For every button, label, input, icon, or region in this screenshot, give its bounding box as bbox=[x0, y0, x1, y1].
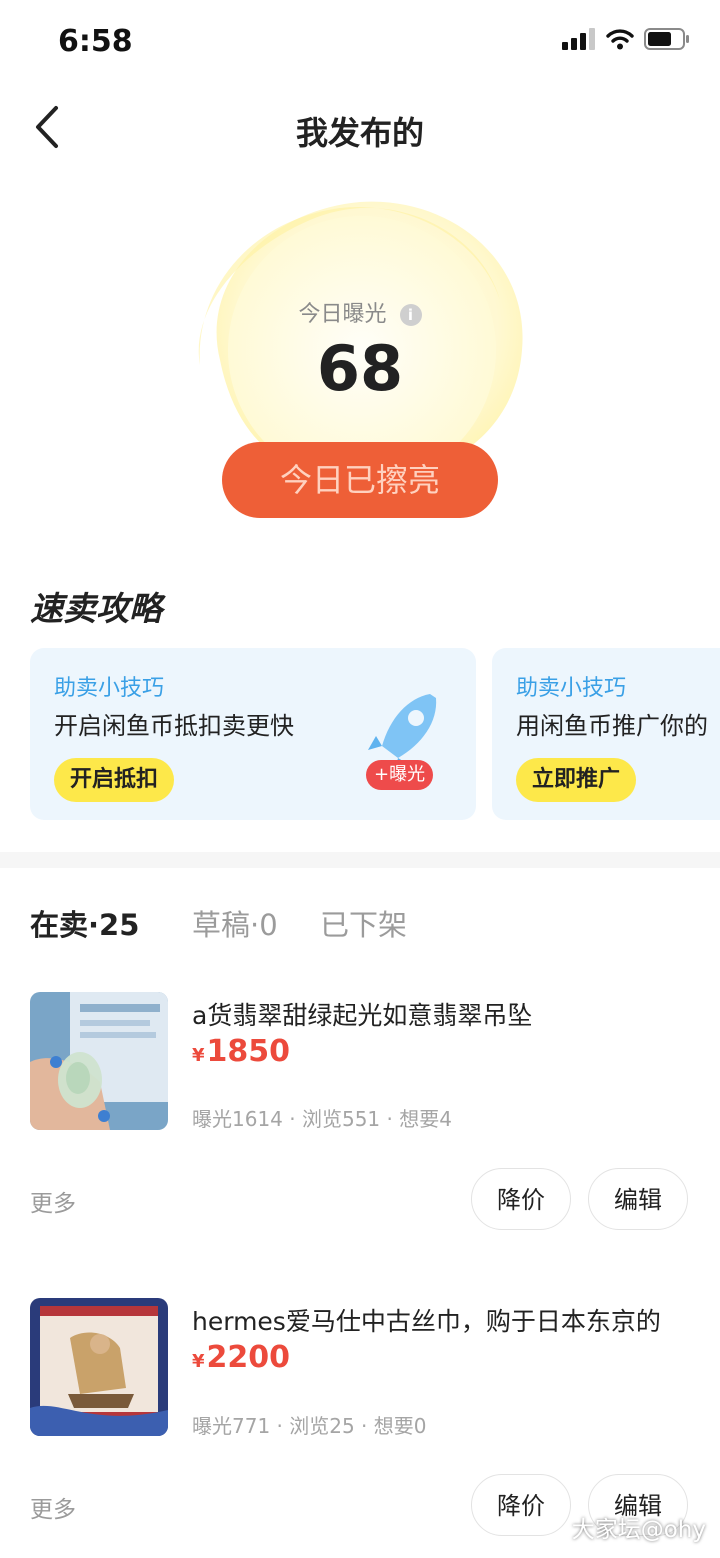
enable-deduction-button[interactable]: 开启抵扣 bbox=[54, 758, 175, 802]
battery-icon bbox=[644, 28, 689, 50]
status-icons bbox=[562, 28, 690, 50]
tip-card-coin-deduction[interactable]: 助卖小技巧 开启闲鱼币抵扣卖更快 开启抵扣 +曝光 bbox=[30, 648, 476, 820]
info-icon[interactable]: i bbox=[399, 304, 422, 326]
tab-drafts[interactable]: 草稿·0 bbox=[192, 902, 278, 944]
reduce-price-button[interactable]: 降价 bbox=[471, 1168, 571, 1230]
promote-now-button[interactable]: 立即推广 bbox=[516, 758, 637, 802]
item-title[interactable]: a货翡翠甜绿起光如意翡翠吊坠 bbox=[192, 996, 532, 1032]
currency-symbol: ¥ bbox=[192, 1351, 205, 1372]
item-price: ¥1850 bbox=[192, 1034, 290, 1069]
exposure-label: 今日曝光 bbox=[298, 302, 387, 327]
more-button[interactable]: 更多 bbox=[30, 1490, 76, 1524]
tip-tag: 助卖小技巧 bbox=[54, 676, 165, 701]
signal-icon bbox=[562, 28, 595, 50]
price-value: 1850 bbox=[206, 1034, 291, 1069]
status-time: 6:58 bbox=[58, 24, 133, 59]
tip-text: 开启闲鱼币抵扣卖更快 bbox=[54, 712, 294, 740]
exposure-value: 68 bbox=[316, 332, 404, 405]
tab-on-sale[interactable]: 在卖·25 bbox=[30, 902, 139, 944]
section-title-tips: 速卖攻略 bbox=[30, 589, 162, 628]
item-thumbnail[interactable] bbox=[30, 1298, 168, 1436]
tip-text: 用闲鱼币推广你的 bbox=[516, 712, 708, 740]
watermark: 大家坛@ohy bbox=[571, 1517, 706, 1543]
edit-button[interactable]: 编辑 bbox=[588, 1168, 688, 1230]
more-button[interactable]: 更多 bbox=[30, 1184, 76, 1218]
currency-symbol: ¥ bbox=[192, 1045, 205, 1066]
exposure-label-row: 今日曝光 i bbox=[0, 296, 720, 328]
wifi-icon bbox=[606, 29, 634, 50]
section-divider bbox=[0, 852, 720, 868]
tab-removed[interactable]: 已下架 bbox=[320, 902, 407, 944]
page-title: 我发布的 bbox=[295, 114, 424, 152]
polish-button[interactable]: 今日已擦亮 bbox=[222, 442, 498, 518]
item-stats: 曝光771 · 浏览25 · 想要0 bbox=[192, 1414, 427, 1438]
item-stats: 曝光1614 · 浏览551 · 想要4 bbox=[192, 1107, 452, 1131]
tip-card-promote[interactable]: 助卖小技巧 用闲鱼币推广你的 立即推广 bbox=[492, 648, 720, 820]
item-title[interactable]: hermes爱马仕中古丝巾，购于日本东京的 bbox=[192, 1302, 661, 1338]
reduce-price-button[interactable]: 降价 bbox=[471, 1474, 571, 1536]
item-thumbnail[interactable] bbox=[30, 992, 168, 1130]
item-price: ¥2200 bbox=[192, 1340, 290, 1375]
price-value: 2200 bbox=[206, 1340, 291, 1375]
tip-tag: 助卖小技巧 bbox=[516, 676, 627, 701]
exposure-badge: +曝光 bbox=[366, 760, 434, 790]
